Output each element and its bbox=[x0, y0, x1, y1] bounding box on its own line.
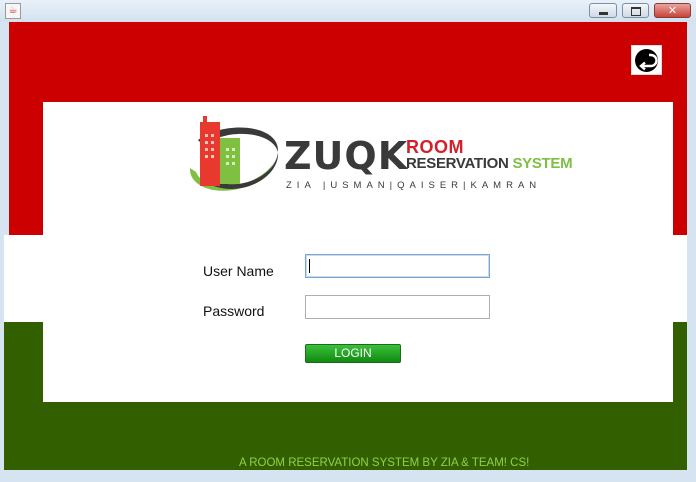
java-cup-icon: ☕ bbox=[5, 3, 21, 19]
window-title-bar[interactable]: ☕ ✕ bbox=[0, 0, 696, 23]
login-button[interactable]: LOGIN bbox=[305, 344, 401, 363]
text-caret bbox=[309, 259, 310, 273]
logo-brand-text: ZUQK bbox=[284, 134, 409, 178]
logout-button[interactable] bbox=[631, 45, 662, 75]
logout-icon bbox=[635, 49, 658, 72]
login-card: ZUQK ROOM RESERVATION SYSTEM ZIA |USMAN|… bbox=[43, 102, 673, 402]
username-label: User Name bbox=[203, 263, 274, 279]
close-button[interactable]: ✕ bbox=[654, 3, 691, 18]
username-input[interactable] bbox=[305, 254, 490, 278]
logo-reservation-word: RESERVATION bbox=[406, 155, 509, 172]
logo-system-word: SYSTEM bbox=[512, 155, 573, 172]
zuqk-logo: ZUQK ROOM RESERVATION SYSTEM ZIA |USMAN|… bbox=[184, 110, 573, 202]
password-input[interactable] bbox=[305, 295, 490, 319]
window-frame-bottom bbox=[0, 470, 696, 482]
window-frame-right bbox=[687, 22, 696, 482]
close-icon: ✕ bbox=[667, 4, 678, 17]
maximize-icon bbox=[623, 4, 648, 17]
logo-team-names: ZIA |USMAN|QAISER|KAMRAN bbox=[286, 180, 542, 191]
minimize-icon bbox=[590, 4, 616, 17]
footer-credit-text: A ROOM RESERVATION SYSTEM BY ZIA & TEAM!… bbox=[239, 457, 530, 469]
building-swoosh-icon bbox=[189, 116, 279, 191]
logo-reservation-system-text: RESERVATION SYSTEM bbox=[406, 155, 573, 172]
minimize-button[interactable] bbox=[589, 3, 617, 18]
password-label: Password bbox=[203, 303, 265, 319]
maximize-button[interactable] bbox=[622, 3, 649, 18]
